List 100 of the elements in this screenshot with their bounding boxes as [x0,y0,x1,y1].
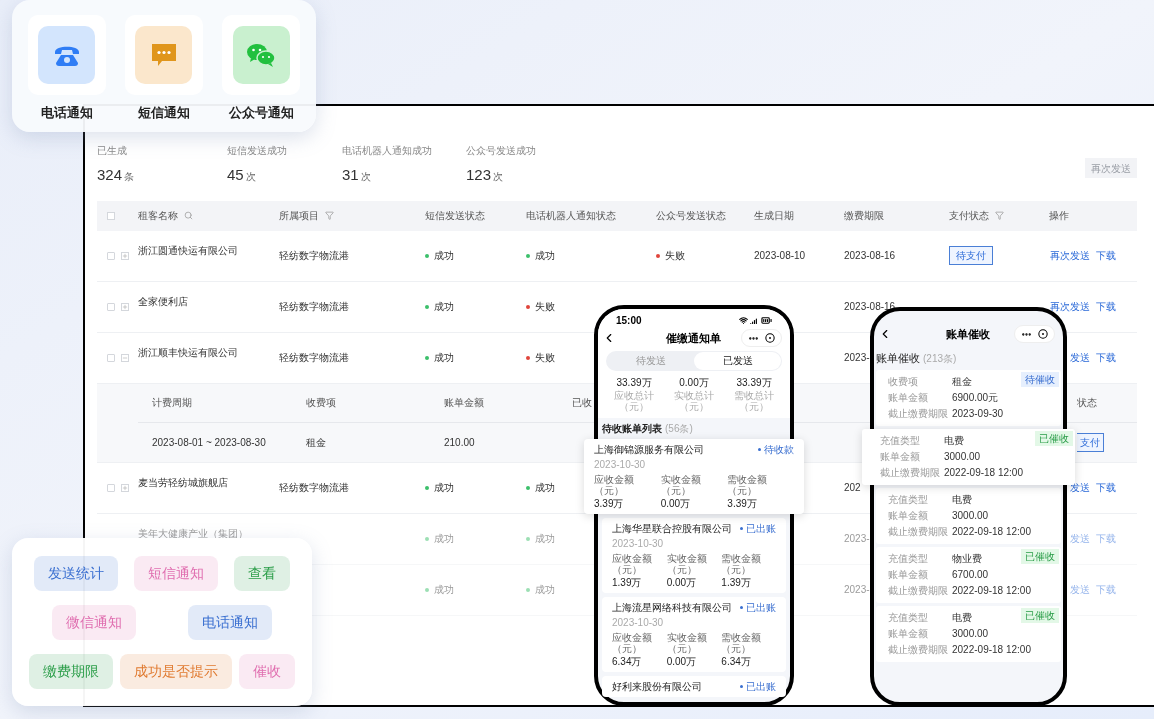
field-value: 租金 [952,375,972,389]
tag-chip[interactable]: 电话通知 [188,604,272,640]
field-label: 充值类型 [888,611,929,625]
tab[interactable]: 已发送 [694,352,781,370]
field-value: 2022-09-18 12:00 [944,466,1023,480]
row-checkbox[interactable] [107,251,115,260]
status-text: 成功 [434,249,454,263]
channel-tile[interactable] [27,15,106,95]
field-value: 电费 [944,434,964,448]
field-value: 2022-09-18 12:00 [952,643,1031,657]
field-label: 账单金额 [888,509,929,523]
status-text: 成功 [535,532,555,546]
amount-value: 0.00万 [666,655,698,669]
tag-chip[interactable]: 缴费期限 [29,653,114,689]
column-header: 所属项目 [279,209,319,223]
channel-label: 短信通知 [138,104,190,122]
bill-status: 已出账 [746,601,776,615]
field-value: 电费 [952,493,972,507]
deadline-date: 2023-08-16 [844,250,896,261]
amount-value: 0.00万 [666,576,698,590]
collect-status-tag: 已催收 [1021,549,1059,564]
status-text: 失败 [535,351,555,365]
bill-card[interactable]: 收费项 租金 待催收 账单金额 6900.00元 截止缴费期限 2023-09-30 [876,369,1061,426]
project-name: 轻纺数字物流港 [279,352,349,363]
deadline-date: 2023- [844,352,870,363]
action-link[interactable]: 再次发送 [1050,299,1090,314]
collapse-icon[interactable] [121,353,129,362]
channel-label: 公众号通知 [228,104,294,122]
status-text: 失败 [535,300,555,314]
amount-value: 3.39万 [727,497,758,511]
amount-value: 6.34万 [721,655,752,669]
amount-label: 实收金额（元） [666,553,708,575]
list-title: 账单催收 [876,351,920,366]
action-link[interactable]: 下载 [1096,299,1116,314]
action-link[interactable]: 下载 [1096,248,1116,263]
target-icon[interactable] [1038,329,1048,339]
field-value: 3000.00 [952,509,989,523]
column-header: 支付状态 [949,209,989,223]
tag-chip[interactable]: 查看 [234,555,290,591]
filter-icon[interactable] [995,211,1004,220]
channel-tile[interactable] [222,15,301,95]
row-checkbox[interactable] [107,483,115,492]
expand-icon[interactable] [121,302,129,311]
bill-card[interactable]: 上海华星联合控股有限公司 已出账 2023-10-30 应收金额（元） 1.39万 实收金额（元） 0.00万 需收金额（元） 1.39万 [602,518,786,593]
created-date: 2023-08-10 [754,250,806,261]
filter-icon[interactable] [325,211,334,220]
list-count: (213条) [923,352,957,366]
detail-column-header: 状态 [1077,396,1098,410]
bill-card[interactable]: 好利来股份有限公司 已出账 [602,676,786,697]
bill-card[interactable]: 充值类型 电费 已催收 账单金额 3000.00 截止缴费期限 2022-09-18 12:00 [876,605,1061,662]
field-label: 截止缴费期限 [888,584,949,598]
status-text: 成功 [434,351,454,365]
tenant-name: 浙江顺丰快运有限公司 [138,346,238,358]
row-checkbox[interactable] [107,353,115,362]
stat-value: 123 [466,165,492,185]
bill-card[interactable]: 充值类型 电费 账单金额 3000.00 截止缴费期限 2022-09-18 12:00 [876,487,1061,544]
field-value: 2023-09-30 [952,407,1004,421]
field-label: 充值类型 [888,552,929,566]
project-name: 轻纺数字物流港 [279,301,349,312]
select-all-checkbox[interactable] [107,211,115,220]
mini-program-capsule[interactable] [1014,325,1055,343]
tag-chip[interactable]: 发送统计 [34,555,118,591]
signal-icon [750,315,759,325]
company-name: 上海华星联合控股有限公司 [612,522,732,536]
row-checkbox[interactable] [107,302,115,311]
detail-cell-text: 210.00 [444,435,476,450]
field-label: 截止缴费期限 [888,525,949,539]
column-header: 短信发送状态 [425,209,485,223]
tenant-name: 浙江圆通快运有限公司 [138,244,238,256]
detail-column-header: 账单金额 [444,396,485,410]
bill-card[interactable]: 充值类型 电费 已催收 账单金额 3000.00 截止缴费期限 2022-09-18 12:00 [862,428,1075,485]
stat-unit: 次 [245,170,256,184]
total-value: 33.39万 [736,376,772,390]
bill-card[interactable]: 上海流星网络科技有限公司 已出账 2023-10-30 应收金额（元） 6.34万 实收金额（元） 0.00万 需收金额（元） 6.34万 [602,597,786,672]
battery-icon [761,314,772,326]
page-title: 账单催收 [946,326,990,342]
stat-unit: 条 [124,170,135,184]
field-value: 2022-09-18 12:00 [952,525,1031,539]
search-icon[interactable] [184,211,193,220]
bill-date: 2023-10-30 [612,616,665,630]
field-value: 3000.00 [952,627,989,641]
field-label: 收费项 [888,375,919,389]
status-text: 失败 [665,249,685,263]
action-link[interactable]: 发送 [1070,350,1090,365]
target-icon[interactable] [765,333,775,343]
bill-card[interactable]: 充值类型 物业费 已催收 账单金额 6700.00 截止缴费期限 2022-09-18 12:00 [876,546,1061,603]
total-label: 应收总计（元） [613,390,655,412]
status-text: 成功 [434,481,454,495]
expand-icon[interactable] [121,483,129,492]
list-title: 待收账单列表 [602,422,662,436]
status-text: 成功 [535,249,555,263]
collect-status-tag: 已催收 [1035,431,1073,446]
deadline-date: 202 [844,482,861,493]
expand-icon[interactable] [121,251,129,260]
action-link[interactable]: 再次发送 [1050,248,1090,263]
channel-tile[interactable] [125,15,203,95]
amount-label: 需收金额（元） [721,632,763,654]
action-link[interactable]: 下载 [1096,350,1116,365]
action-link[interactable]: 下载 [1096,480,1116,495]
bill-card[interactable]: 上海御锦源服务有限公司 待收款 2023-10-30 应收金额（元） 3.39万 实收金额（元） 0.00万 需收金额（元） 3.39万 [584,439,804,514]
